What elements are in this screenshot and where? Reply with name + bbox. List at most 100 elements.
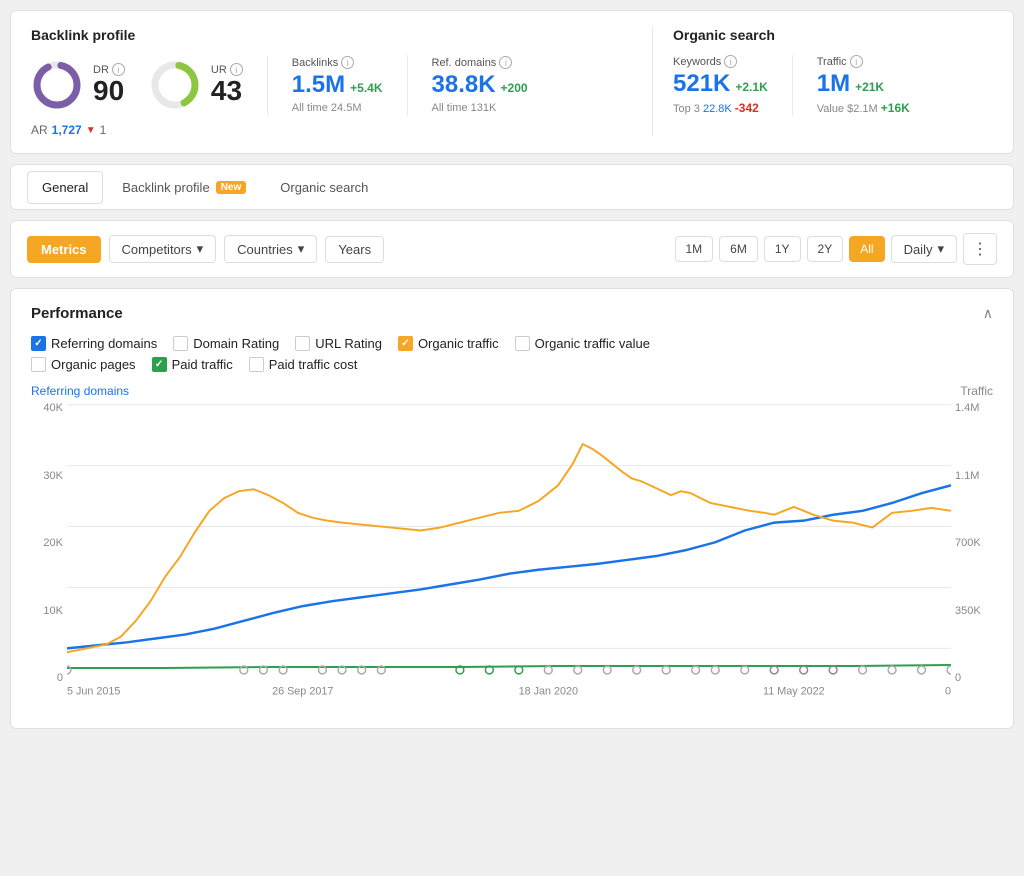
backlinks-info-icon[interactable]: i <box>341 56 354 69</box>
keywords-metric: Keywords i 521K +2.1K Top 3 22.8K -342 <box>673 55 768 115</box>
ur-values: UR i 43 <box>211 63 243 107</box>
performance-card: Performance ∧ ✓ Referring domains Domain… <box>10 288 1014 729</box>
ar-delta: 1 <box>100 123 107 137</box>
keywords-label: Keywords i <box>673 55 768 68</box>
backlinks-value: 1.5M <box>292 71 345 100</box>
x-label-2022: 11 May 2022 <box>763 686 825 698</box>
keywords-sub: Top 3 22.8K -342 <box>673 101 768 115</box>
x-label-2017: 26 Sep 2017 <box>272 686 333 698</box>
ur-metric: UR i 43 <box>149 59 243 111</box>
cb-organic-traffic-value[interactable]: Organic traffic value <box>515 336 650 351</box>
cb-box-organic-traffic-value <box>515 336 530 351</box>
time-2y[interactable]: 2Y <box>807 236 844 262</box>
ur-ring-chart <box>149 59 201 111</box>
cb-box-referring-domains: ✓ <box>31 336 46 351</box>
traffic-value: 1M <box>817 70 850 99</box>
more-options-button[interactable]: ⋮ <box>963 233 997 265</box>
chart-axis-header: Referring domains Traffic <box>31 384 993 398</box>
cb-paid-traffic-cost[interactable]: Paid traffic cost <box>249 357 358 372</box>
cb-organic-pages[interactable]: Organic pages <box>31 357 136 372</box>
left-axis-label: Referring domains <box>31 384 129 398</box>
refdomains-label: Ref. domains i <box>432 56 528 69</box>
chart-container: 40K 30K 20K 10K 0 1.4M 1.1M 700K 350K 0 <box>31 402 993 712</box>
time-6m[interactable]: 6M <box>719 236 758 262</box>
tab-organic-search[interactable]: Organic search <box>265 171 383 204</box>
keywords-delta: +2.1K <box>735 80 767 94</box>
cb-organic-traffic[interactable]: ✓ Organic traffic <box>398 336 499 351</box>
x-label-2015: 5 Jun 2015 <box>67 686 120 698</box>
traffic-delta: +21K <box>855 80 884 94</box>
cb-referring-domains[interactable]: ✓ Referring domains <box>31 336 157 351</box>
refdomains-metric: Ref. domains i 38.8K +200 All time 131K <box>432 56 528 114</box>
divider-2 <box>407 55 408 115</box>
right-axis-label: Traffic <box>960 384 993 398</box>
backlink-section-title: Backlink profile <box>31 27 632 43</box>
dr-metric: DR i 90 <box>31 59 125 111</box>
organic-search-section: Organic search Keywords i 521K +2.1K Top… <box>653 27 993 137</box>
stats-card: Backlink profile DR i 90 <box>10 10 1014 154</box>
x-label-2020: 18 Jan 2020 <box>519 686 578 698</box>
backlinks-label: Backlinks i <box>292 56 383 69</box>
keywords-info-icon[interactable]: i <box>724 55 737 68</box>
backlink-metrics-row: DR i 90 UR i <box>31 55 632 115</box>
cb-box-paid-traffic: ✓ <box>152 357 167 372</box>
refdomains-row: 38.8K +200 <box>432 71 528 100</box>
chevron-down-icon: ▾ <box>197 241 204 257</box>
traffic-info-icon[interactable]: i <box>850 55 863 68</box>
controls-card: Metrics Competitors ▾ Countries ▾ Years … <box>10 220 1014 278</box>
refdomains-delta: +200 <box>501 81 528 95</box>
tabs-card: General Backlink profile New Organic sea… <box>10 164 1014 210</box>
organic-metrics-row: Keywords i 521K +2.1K Top 3 22.8K -342 <box>673 55 993 115</box>
cb-box-organic-pages <box>31 357 46 372</box>
dr-values: DR i 90 <box>93 63 125 107</box>
traffic-label: Traffic i <box>817 55 910 68</box>
ur-value: 43 <box>211 76 243 107</box>
dr-ring-chart <box>31 59 83 111</box>
countries-dropdown[interactable]: Countries ▾ <box>224 235 317 263</box>
cb-box-organic-traffic: ✓ <box>398 336 413 351</box>
backlinks-row: 1.5M +5.4K <box>292 71 383 100</box>
time-1m[interactable]: 1M <box>675 236 714 262</box>
tab-general[interactable]: General <box>27 171 103 204</box>
divider-1 <box>267 55 268 115</box>
competitors-dropdown[interactable]: Competitors ▾ <box>109 235 217 263</box>
traffic-row: 1M +21K <box>817 70 910 99</box>
traffic-sub: Value $2.1M +16K <box>817 101 910 115</box>
chart-svg: 5 Jun 2015 26 Sep 2017 18 Jan 2020 11 Ma… <box>67 402 951 712</box>
backlinks-metric: Backlinks i 1.5M +5.4K All time 24.5M <box>292 56 383 114</box>
x-label-end: 0 <box>945 686 951 698</box>
ar-value: 1,727 <box>52 123 82 137</box>
new-badge: New <box>216 181 247 194</box>
keywords-value: 521K <box>673 70 730 99</box>
y-axis-right: 1.4M 1.1M 700K 350K 0 <box>951 402 993 684</box>
refdomains-alltime: All time 131K <box>432 102 528 114</box>
refdomains-info-icon[interactable]: i <box>499 56 512 69</box>
cb-box-domain-rating <box>173 336 188 351</box>
cb-paid-traffic[interactable]: ✓ Paid traffic <box>152 357 233 372</box>
chevron-down-icon-2: ▾ <box>298 241 305 257</box>
time-1y[interactable]: 1Y <box>764 236 801 262</box>
organic-section-title: Organic search <box>673 27 993 43</box>
ar-arrow-icon: ▼ <box>86 125 96 136</box>
keywords-row: 521K +2.1K <box>673 70 768 99</box>
cb-box-paid-traffic-cost <box>249 357 264 372</box>
checkboxes-row-1: ✓ Referring domains Domain Rating URL Ra… <box>31 336 993 351</box>
cb-url-rating[interactable]: URL Rating <box>295 336 382 351</box>
controls-right: 1M 6M 1Y 2Y All Daily ▾ ⋮ <box>675 233 998 265</box>
backlinks-alltime: All time 24.5M <box>292 102 383 114</box>
performance-title: Performance <box>31 305 123 322</box>
metrics-button[interactable]: Metrics <box>27 236 101 263</box>
checkboxes-row-2: Organic pages ✓ Paid traffic Paid traffi… <box>31 357 993 372</box>
time-all[interactable]: All <box>849 236 884 262</box>
y-axis-left: 40K 30K 20K 10K 0 <box>31 402 67 684</box>
interval-dropdown[interactable]: Daily ▾ <box>891 235 957 263</box>
divider-3 <box>792 55 793 115</box>
controls-left: Metrics Competitors ▾ Countries ▾ Years <box>27 235 384 263</box>
collapse-icon[interactable]: ∧ <box>983 305 993 322</box>
tab-backlink-profile[interactable]: Backlink profile New <box>107 171 261 204</box>
chevron-down-icon-3: ▾ <box>937 241 944 257</box>
dr-value: 90 <box>93 76 125 107</box>
cb-box-url-rating <box>295 336 310 351</box>
cb-domain-rating[interactable]: Domain Rating <box>173 336 279 351</box>
years-button[interactable]: Years <box>325 236 384 263</box>
